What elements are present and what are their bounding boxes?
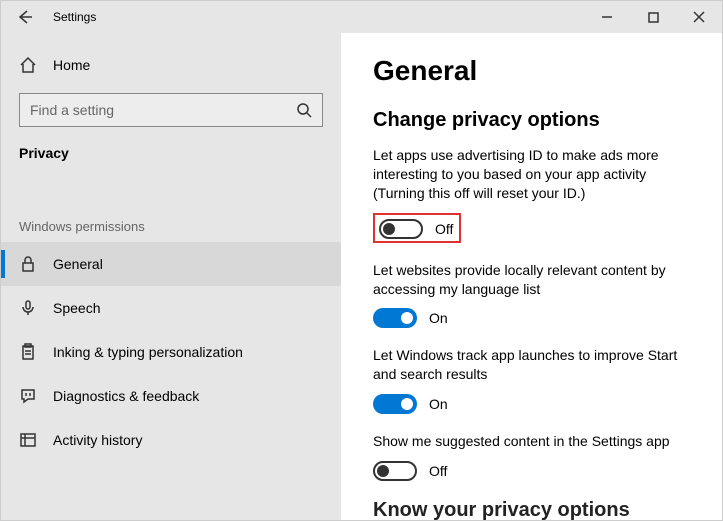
maximize-button[interactable] — [630, 1, 676, 33]
sidebar: Home Privacy Windows permissions General… — [1, 33, 341, 520]
sidebar-item-speech[interactable]: Speech — [1, 286, 341, 330]
setting-desc-1: Let websites provide locally relevant co… — [373, 261, 698, 299]
close-icon — [693, 11, 705, 23]
highlight-box: Off — [373, 213, 461, 243]
group-label: Windows permissions — [1, 219, 341, 234]
maximize-icon — [648, 12, 659, 23]
setting-row-2: On — [373, 394, 698, 414]
toggle-language-list[interactable] — [373, 308, 417, 328]
home-label: Home — [53, 57, 90, 73]
sidebar-item-general[interactable]: General — [1, 242, 341, 286]
titlebar: Settings — [1, 1, 722, 33]
window-controls — [584, 1, 722, 33]
toggle-state-0: Off — [435, 221, 453, 237]
sidebar-item-label: Diagnostics & feedback — [53, 388, 199, 404]
sidebar-item-label: Activity history — [53, 432, 142, 448]
lock-icon — [19, 255, 37, 273]
category-label: Privacy — [1, 145, 341, 161]
toggle-suggested-content[interactable] — [373, 461, 417, 481]
home-nav[interactable]: Home — [1, 47, 341, 83]
back-arrow-icon — [17, 9, 33, 25]
back-button[interactable] — [1, 1, 49, 33]
setting-desc-3: Show me suggested content in the Setting… — [373, 432, 698, 451]
search-input[interactable] — [30, 102, 296, 118]
toggle-app-launches[interactable] — [373, 394, 417, 414]
sidebar-item-label: Speech — [53, 300, 100, 316]
sidebar-item-label: Inking & typing personalization — [53, 344, 243, 360]
sidebar-item-label: General — [53, 256, 103, 272]
window-title: Settings — [53, 10, 96, 24]
setting-row-1: On — [373, 308, 698, 328]
feedback-icon — [19, 387, 37, 405]
toggle-state-3: Off — [429, 463, 447, 479]
sidebar-item-inking[interactable]: Inking & typing personalization — [1, 330, 341, 374]
toggle-state-2: On — [429, 396, 448, 412]
sidebar-item-diagnostics[interactable]: Diagnostics & feedback — [1, 374, 341, 418]
history-icon — [19, 431, 37, 449]
toggle-advertising-id[interactable] — [379, 219, 423, 239]
clipboard-icon — [19, 343, 37, 361]
sidebar-item-activity[interactable]: Activity history — [1, 418, 341, 462]
mic-icon — [19, 299, 37, 317]
setting-desc-0: Let apps use advertising ID to make ads … — [373, 146, 698, 203]
cut-off-section-title: Know your privacy options — [373, 499, 698, 520]
page-title: General — [373, 55, 698, 87]
search-icon — [296, 102, 312, 118]
setting-desc-2: Let Windows track app launches to improv… — [373, 346, 698, 384]
content-area: Home Privacy Windows permissions General… — [1, 33, 722, 520]
search-box[interactable] — [19, 93, 323, 127]
main-panel: General Change privacy options Let apps … — [341, 33, 722, 520]
toggle-state-1: On — [429, 310, 448, 326]
minimize-button[interactable] — [584, 1, 630, 33]
setting-row-3: Off — [373, 461, 698, 481]
section-title: Change privacy options — [373, 109, 698, 132]
home-icon — [19, 56, 37, 74]
close-button[interactable] — [676, 1, 722, 33]
setting-row-0: Off — [373, 213, 698, 243]
minimize-icon — [601, 11, 613, 23]
